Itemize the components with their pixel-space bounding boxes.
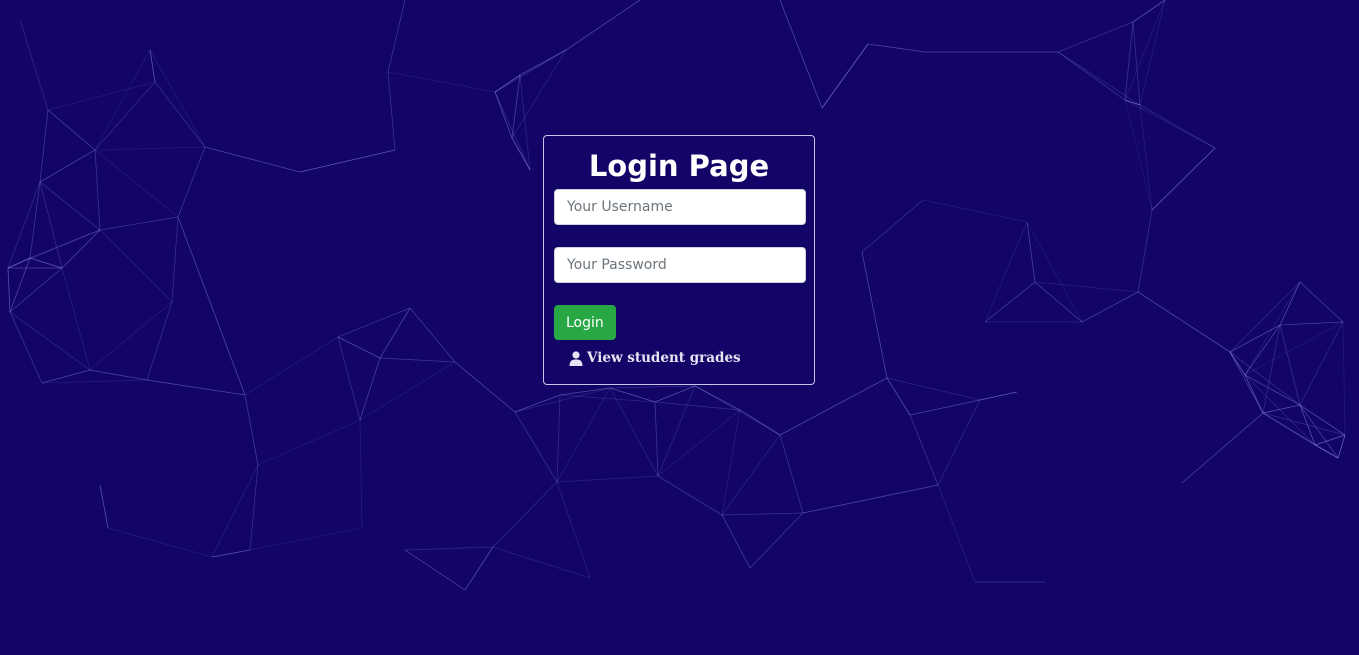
user-icon — [569, 350, 583, 366]
username-input[interactable] — [554, 189, 806, 225]
page-title: Login Page — [588, 149, 770, 183]
login-card: Login Page Login View student grades — [543, 135, 815, 385]
login-button[interactable]: Login — [554, 305, 616, 340]
view-student-grades-label: View student grades — [587, 350, 741, 366]
view-student-grades-link[interactable]: View student grades — [569, 350, 741, 366]
password-input[interactable] — [554, 247, 806, 283]
